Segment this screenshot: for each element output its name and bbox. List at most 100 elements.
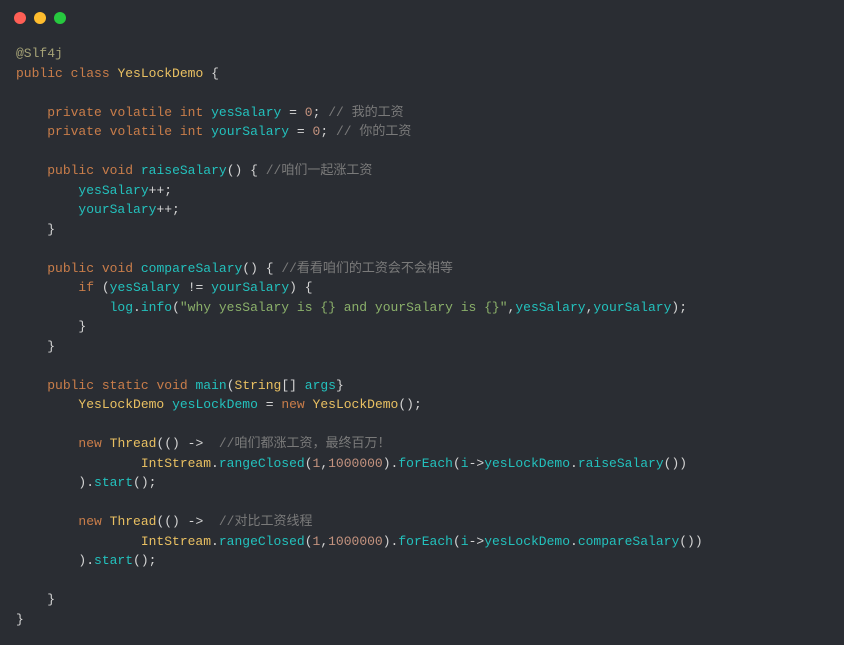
keyword: private bbox=[47, 105, 102, 120]
paren: ( bbox=[305, 456, 313, 471]
keyword: if bbox=[78, 280, 94, 295]
method: raiseSalary bbox=[578, 456, 664, 471]
keyword-class: class bbox=[71, 66, 110, 81]
type: YesLockDemo bbox=[78, 397, 164, 412]
var: yesLockDemo bbox=[484, 456, 570, 471]
brace: } bbox=[78, 319, 86, 334]
method: compareSalary bbox=[578, 534, 679, 549]
minimize-icon[interactable] bbox=[34, 12, 46, 24]
keyword: void bbox=[102, 163, 133, 178]
var: yesLockDemo bbox=[172, 397, 258, 412]
method: info bbox=[141, 300, 172, 315]
window-controls bbox=[0, 0, 844, 32]
dot: . bbox=[570, 456, 578, 471]
var: yourSalary bbox=[211, 280, 289, 295]
paren: ); bbox=[671, 300, 687, 315]
close: ). bbox=[78, 553, 94, 568]
paren: ( bbox=[172, 300, 180, 315]
param: args bbox=[305, 378, 336, 393]
call: () bbox=[679, 534, 695, 549]
class-name: YesLockDemo bbox=[117, 66, 203, 81]
type: IntStream bbox=[141, 456, 211, 471]
op: = bbox=[289, 105, 297, 120]
brace: } bbox=[47, 222, 55, 237]
op: != bbox=[188, 280, 204, 295]
type: String bbox=[235, 378, 282, 393]
keyword: new bbox=[78, 514, 101, 529]
brace: { bbox=[211, 66, 219, 81]
keyword: volatile bbox=[110, 105, 172, 120]
brace: } bbox=[47, 339, 55, 354]
call: () bbox=[664, 456, 680, 471]
keyword: void bbox=[102, 261, 133, 276]
method-name: main bbox=[196, 378, 227, 393]
dot: . bbox=[211, 456, 219, 471]
paren: ) { bbox=[289, 280, 312, 295]
method: start bbox=[94, 475, 133, 490]
paren: } bbox=[336, 378, 344, 393]
keyword: new bbox=[78, 436, 101, 451]
call: (); bbox=[398, 397, 421, 412]
type: IntStream bbox=[141, 534, 211, 549]
paren: ( bbox=[453, 456, 461, 471]
close-icon[interactable] bbox=[14, 12, 26, 24]
arrow: -> bbox=[469, 456, 485, 471]
semi: ; bbox=[320, 124, 328, 139]
comment: // 你的工资 bbox=[336, 124, 411, 139]
var: yesSalary bbox=[78, 183, 148, 198]
keyword: void bbox=[156, 378, 187, 393]
var: yourSalary bbox=[78, 202, 156, 217]
sig: () { bbox=[242, 261, 273, 276]
method: start bbox=[94, 553, 133, 568]
number: 1000000 bbox=[328, 534, 383, 549]
type: int bbox=[180, 124, 203, 139]
param: i bbox=[461, 456, 469, 471]
paren: ( bbox=[305, 534, 313, 549]
op: ++; bbox=[149, 183, 172, 198]
sig: () { bbox=[227, 163, 258, 178]
type: YesLockDemo bbox=[313, 397, 399, 412]
keyword: public bbox=[47, 378, 94, 393]
brace: } bbox=[47, 592, 55, 607]
maximize-icon[interactable] bbox=[54, 12, 66, 24]
code-editor[interactable]: @Slf4j public class YesLockDemo { privat… bbox=[0, 32, 844, 645]
field-name: yourSalary bbox=[211, 124, 289, 139]
comma: , bbox=[320, 534, 328, 549]
keyword-public: public bbox=[16, 66, 63, 81]
method: rangeClosed bbox=[219, 456, 305, 471]
paren: ). bbox=[383, 534, 399, 549]
var: log bbox=[110, 300, 133, 315]
var: yesLockDemo bbox=[484, 534, 570, 549]
keyword: public bbox=[47, 261, 94, 276]
var: yesSalary bbox=[515, 300, 585, 315]
keyword: new bbox=[281, 397, 304, 412]
keyword: static bbox=[102, 378, 149, 393]
method: rangeClosed bbox=[219, 534, 305, 549]
lambda: (() -> bbox=[156, 436, 203, 451]
string: "why yesSalary is {} and yourSalary is {… bbox=[180, 300, 508, 315]
brace: } bbox=[16, 612, 24, 627]
method-name: compareSalary bbox=[141, 261, 242, 276]
keyword: public bbox=[47, 163, 94, 178]
op: = bbox=[297, 124, 305, 139]
type: int bbox=[180, 105, 203, 120]
type: Thread bbox=[110, 514, 157, 529]
method: forEach bbox=[398, 456, 453, 471]
comment: //咱们都涨工资，最终百万！ bbox=[219, 436, 391, 451]
type: Thread bbox=[110, 436, 157, 451]
paren: ) bbox=[695, 534, 703, 549]
keyword: volatile bbox=[110, 124, 172, 139]
field-name: yesSalary bbox=[211, 105, 281, 120]
method: forEach bbox=[398, 534, 453, 549]
paren: ( bbox=[227, 378, 235, 393]
number: 0 bbox=[305, 105, 313, 120]
comment: // 我的工资 bbox=[328, 105, 403, 120]
op: = bbox=[266, 397, 274, 412]
call: (); bbox=[133, 553, 156, 568]
call: (); bbox=[133, 475, 156, 490]
comment: //看看咱们的工资会不会相等 bbox=[281, 261, 453, 276]
keyword: private bbox=[47, 124, 102, 139]
dot: . bbox=[133, 300, 141, 315]
dot: . bbox=[570, 534, 578, 549]
comment: //咱们一起涨工资 bbox=[266, 163, 373, 178]
